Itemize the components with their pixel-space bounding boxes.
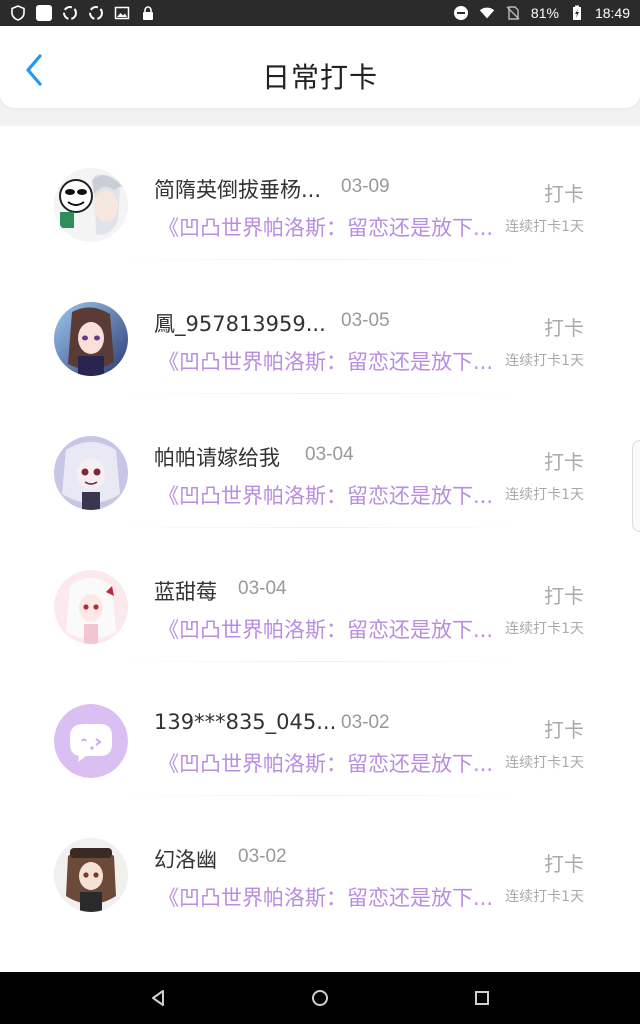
checkin-date: 03-09	[341, 176, 390, 197]
list-item[interactable]: 蓝甜莓 03-04 《凹凸世界帕洛斯：留恋还是放下... 打卡 连续打卡1天	[0, 528, 640, 662]
avatar[interactable]	[54, 570, 128, 644]
lock-icon	[140, 5, 156, 21]
list-item[interactable]: 简隋英倒拔垂杨... 03-09 《凹凸世界帕洛斯：留恋还是放下... 打卡 连…	[0, 126, 640, 260]
list-item[interactable]: 帕帕请嫁给我 03-04 《凹凸世界帕洛斯：留恋还是放下... 打卡 连续打卡1…	[0, 394, 640, 528]
streak-label: 连续打卡1天	[505, 755, 584, 771]
system-nav-bar	[0, 972, 640, 1024]
list-item[interactable]: 鳳_957813959... 03-05 《凹凸世界帕洛斯：留恋还是放下... …	[0, 260, 640, 394]
list-item[interactable]: 幻洛幽 03-02 《凹凸世界帕洛斯：留恋还是放下... 打卡 连续打卡1天	[0, 796, 640, 930]
sync-icon	[62, 5, 78, 21]
square-icon	[36, 5, 52, 21]
streak-label: 连续打卡1天	[505, 219, 584, 235]
shield-icon	[10, 5, 26, 21]
home-circle-icon	[312, 990, 328, 1006]
app-header: 日常打卡	[0, 26, 640, 108]
checkin-date: 03-02	[341, 712, 390, 733]
status-bar: 81% 18:49	[0, 0, 640, 26]
default-avatar[interactable]	[54, 704, 128, 778]
post-title-link[interactable]: 《凹凸世界帕洛斯：留恋还是放下...	[158, 882, 502, 912]
checkin-button[interactable]: 打卡	[544, 580, 584, 609]
streak-label: 连续打卡1天	[505, 889, 584, 905]
back-triangle-icon	[152, 990, 164, 1006]
sync-icon	[88, 5, 104, 21]
checkin-button[interactable]: 打卡	[544, 848, 584, 877]
checkin-date: 03-02	[238, 846, 287, 867]
wifi-icon	[479, 5, 495, 21]
recents-square-icon	[475, 991, 489, 1005]
image-icon	[114, 5, 130, 21]
checkin-date: 03-05	[341, 310, 390, 331]
checkin-date: 03-04	[238, 578, 287, 599]
avatar[interactable]	[54, 838, 128, 912]
checkin-list[interactable]: 简隋英倒拔垂杨... 03-09 《凹凸世界帕洛斯：留恋还是放下... 打卡 连…	[0, 126, 640, 972]
checkin-button[interactable]: 打卡	[544, 714, 584, 743]
no-sim-icon	[505, 5, 521, 21]
status-icons-right: 81% 18:49	[453, 5, 630, 21]
user-name[interactable]: 帕帕请嫁给我	[154, 442, 280, 472]
user-name[interactable]: 139***835_045...	[154, 710, 336, 734]
battery-percentage: 81%	[530, 5, 559, 21]
checkin-button[interactable]: 打卡	[544, 446, 584, 475]
user-name[interactable]: 简隋英倒拔垂杨...	[154, 174, 321, 204]
streak-label: 连续打卡1天	[505, 621, 584, 637]
nav-recents-button[interactable]	[471, 987, 493, 1009]
user-name[interactable]: 鳳_957813959...	[154, 308, 326, 338]
list-item[interactable]: 139***835_045... 03-02 《凹凸世界帕洛斯：留恋还是放下..…	[0, 662, 640, 796]
side-drawer-handle[interactable]	[632, 440, 640, 532]
streak-label: 连续打卡1天	[505, 353, 584, 369]
nav-back-button[interactable]	[147, 987, 169, 1009]
post-title-link[interactable]: 《凹凸世界帕洛斯：留恋还是放下...	[158, 748, 502, 778]
post-title-link[interactable]: 《凹凸世界帕洛斯：留恋还是放下...	[158, 346, 502, 376]
checkin-date: 03-04	[305, 444, 354, 465]
page-title: 日常打卡	[261, 61, 378, 94]
battery-charging-icon	[569, 5, 585, 21]
streak-label: 连续打卡1天	[505, 487, 584, 503]
checkin-button[interactable]: 打卡	[544, 178, 584, 207]
dnd-icon	[453, 5, 469, 21]
post-title-link[interactable]: 《凹凸世界帕洛斯：留恋还是放下...	[158, 614, 502, 644]
clock: 18:49	[594, 5, 630, 21]
post-title-link[interactable]: 《凹凸世界帕洛斯：留恋还是放下...	[158, 212, 502, 242]
avatar[interactable]	[54, 436, 128, 510]
avatar[interactable]	[54, 302, 128, 376]
user-name[interactable]: 幻洛幽	[154, 844, 217, 874]
chat-bubble-icon	[54, 704, 128, 778]
avatar[interactable]	[54, 168, 128, 242]
post-title-link[interactable]: 《凹凸世界帕洛斯：留恋还是放下...	[158, 480, 502, 510]
user-name[interactable]: 蓝甜莓	[154, 576, 217, 606]
checkin-button[interactable]: 打卡	[544, 312, 584, 341]
status-icons-left	[10, 5, 156, 21]
nav-home-button[interactable]	[309, 987, 331, 1009]
